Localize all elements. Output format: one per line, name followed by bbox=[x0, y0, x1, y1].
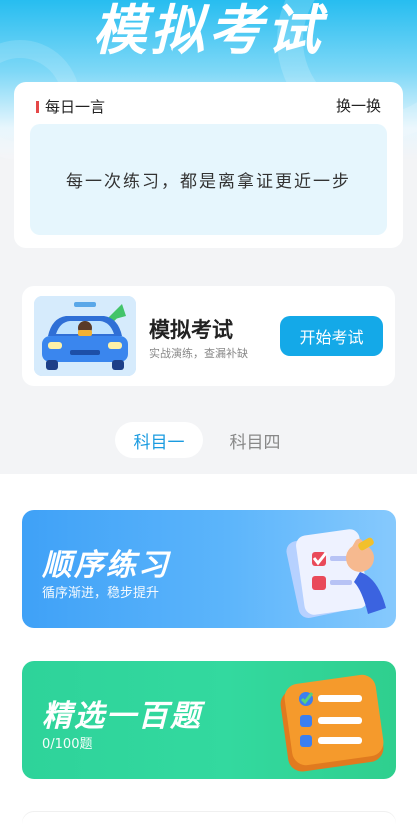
mock-exam-subtitle: 实战演练，查漏补缺 bbox=[149, 347, 248, 360]
top-100-title: 精选一百题 bbox=[42, 699, 202, 734]
quote-marker bbox=[36, 101, 39, 113]
checklist-icon bbox=[280, 674, 384, 772]
page-title: 模拟考试 bbox=[92, 0, 325, 62]
start-exam-button[interactable]: 开始考试 bbox=[280, 316, 383, 356]
tab-subject-4[interactable]: 科目四 bbox=[211, 422, 299, 458]
top-100-questions-card[interactable]: 精选一百题 0/100题 bbox=[22, 661, 396, 779]
mock-exam-card: 模拟考试 实战演练，查漏补缺 开始考试 bbox=[22, 286, 395, 386]
practice-icon bbox=[286, 529, 386, 618]
top-100-progress: 0/100题 bbox=[42, 737, 93, 752]
sequential-practice-card[interactable]: 顺序练习 循序渐进，稳步提升 bbox=[22, 510, 396, 628]
tab-subject-1[interactable]: 科目一 bbox=[115, 422, 203, 458]
car-illustration-icon bbox=[34, 296, 136, 376]
quote-header: 每日一言 bbox=[36, 96, 105, 117]
next-card-peek bbox=[22, 812, 396, 829]
quote-header-label: 每日一言 bbox=[45, 98, 106, 116]
quote-text: 每一次练习，都是离拿证更近一步 bbox=[30, 124, 387, 235]
sequential-practice-title: 顺序练习 bbox=[42, 548, 170, 583]
swap-quote-button[interactable]: 换一换 bbox=[336, 95, 381, 116]
mock-exam-title: 模拟考试 bbox=[149, 318, 233, 342]
sequential-practice-subtitle: 循序渐进，稳步提升 bbox=[42, 586, 160, 601]
daily-quote-card: 每日一言 换一换 每一次练习，都是离拿证更近一步 bbox=[14, 82, 403, 248]
